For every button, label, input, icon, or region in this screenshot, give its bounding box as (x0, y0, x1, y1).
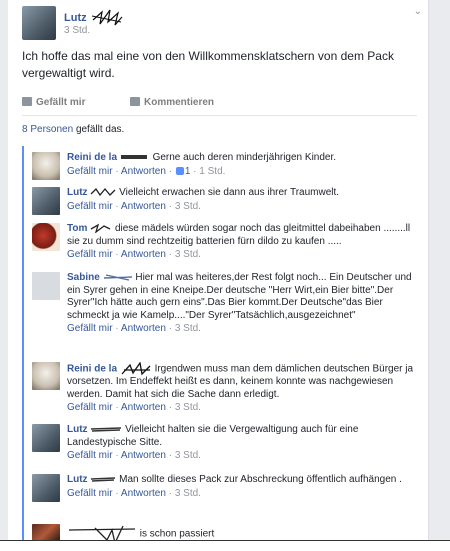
comment-author[interactable]: Lutz (67, 474, 88, 485)
comment-button[interactable]: Kommentieren (130, 97, 214, 108)
avatar[interactable] (32, 272, 60, 300)
comment-text: Gerne auch deren minderjährigen Kinder. (152, 152, 337, 163)
like-label: Gefällt mir (36, 97, 86, 108)
redaction-scribble (90, 188, 116, 197)
post-text: Ich hoffe das mal eine von den Willkomme… (22, 49, 394, 80)
comment-text: Man sollte dieses Pack zur Abschreckung … (119, 474, 402, 485)
comment-like-link[interactable]: Gefällt mir (67, 166, 113, 177)
comment-time[interactable]: 1 Std. (199, 166, 225, 177)
comment-author[interactable]: Reini de la (67, 152, 117, 163)
comment-reply-link[interactable]: Antworten (121, 166, 166, 177)
like-count-icon (175, 166, 184, 175)
comment-time[interactable]: 3 Std. (175, 488, 201, 499)
chevron-down-icon[interactable]: ⌄ (414, 6, 422, 17)
avatar[interactable] (22, 6, 56, 40)
comment-author[interactable]: Reini de la (67, 364, 117, 375)
post-author-name[interactable]: Lutz (64, 12, 87, 24)
redaction-scribble (91, 477, 116, 483)
comments-list: Reini de la Gerne auch deren minderjähri… (22, 146, 424, 551)
comment-text: is schon passiert (139, 528, 215, 540)
comment-label: Kommentieren (144, 97, 215, 108)
avatar[interactable] (32, 474, 60, 502)
post-time[interactable]: 3 Std. (64, 25, 90, 36)
avatar[interactable] (32, 362, 60, 390)
redaction-scribble (91, 427, 122, 433)
comment-author[interactable]: Sabine (67, 272, 100, 283)
post-card: Lutz 3 Std. ⌄ Ich hoffe das mal eine von… (8, 0, 429, 551)
comment-reply-link[interactable]: Antworten (121, 201, 166, 212)
avatar[interactable] (32, 223, 60, 251)
comment-text: diese mädels würden sogar noch das gleit… (67, 223, 411, 247)
post-header: Lutz 3 Std. ⌄ (22, 6, 422, 40)
comment-time[interactable]: 3 Std. (175, 323, 201, 334)
comment-author[interactable]: Tom (67, 223, 87, 234)
comment-like-link[interactable]: Gefällt mir (67, 450, 113, 461)
page-bottom (0, 541, 450, 551)
comment-reply-link[interactable]: Antworten (121, 249, 166, 260)
comment-time[interactable]: 3 Std. (175, 402, 201, 413)
comment-reply-link[interactable]: Antworten (121, 402, 166, 413)
comment-reply-link[interactable]: Antworten (121, 323, 166, 334)
comment-like-link[interactable]: Gefällt mir (67, 402, 113, 413)
comment-reply-link[interactable]: Antworten (121, 488, 166, 499)
comment-author[interactable]: Lutz (67, 424, 88, 435)
redaction-scribble (91, 9, 123, 26)
thumbs-up-icon (22, 97, 32, 106)
comment-time[interactable]: 3 Std. (175, 450, 201, 461)
avatar[interactable] (32, 187, 60, 215)
comment-reply-link[interactable]: Antworten (121, 450, 166, 461)
comment-text: Vielleicht erwachen sie dann aus ihrer T… (119, 187, 340, 198)
redaction-scribble (121, 362, 151, 376)
avatar[interactable] (32, 424, 60, 452)
comment-like-link[interactable]: Gefällt mir (67, 323, 113, 334)
likes-summary: 8 Personen gefällt das. (22, 124, 124, 135)
comment-like-link[interactable]: Gefällt mir (67, 488, 113, 499)
like-button[interactable]: Gefällt mir (22, 97, 85, 108)
comment-author[interactable]: Lutz (67, 187, 88, 198)
redaction-scribble (90, 224, 111, 234)
comment-like-link[interactable]: Gefällt mir (67, 249, 113, 260)
comment-time[interactable]: 3 Std. (175, 249, 201, 260)
likes-count-link[interactable]: 8 Personen (22, 124, 73, 135)
comment-like-link[interactable]: Gefällt mir (67, 201, 113, 212)
avatar[interactable] (32, 152, 60, 180)
comment-icon (130, 97, 140, 106)
redaction-scribble (103, 274, 132, 282)
post-actions: Gefällt mir Kommentieren (22, 95, 417, 116)
likes-suffix: gefällt das. (75, 124, 125, 135)
redaction-scribble (120, 155, 147, 160)
comment-time[interactable]: 3 Std. (175, 201, 201, 212)
comment-like-count[interactable]: 1 (185, 166, 191, 177)
